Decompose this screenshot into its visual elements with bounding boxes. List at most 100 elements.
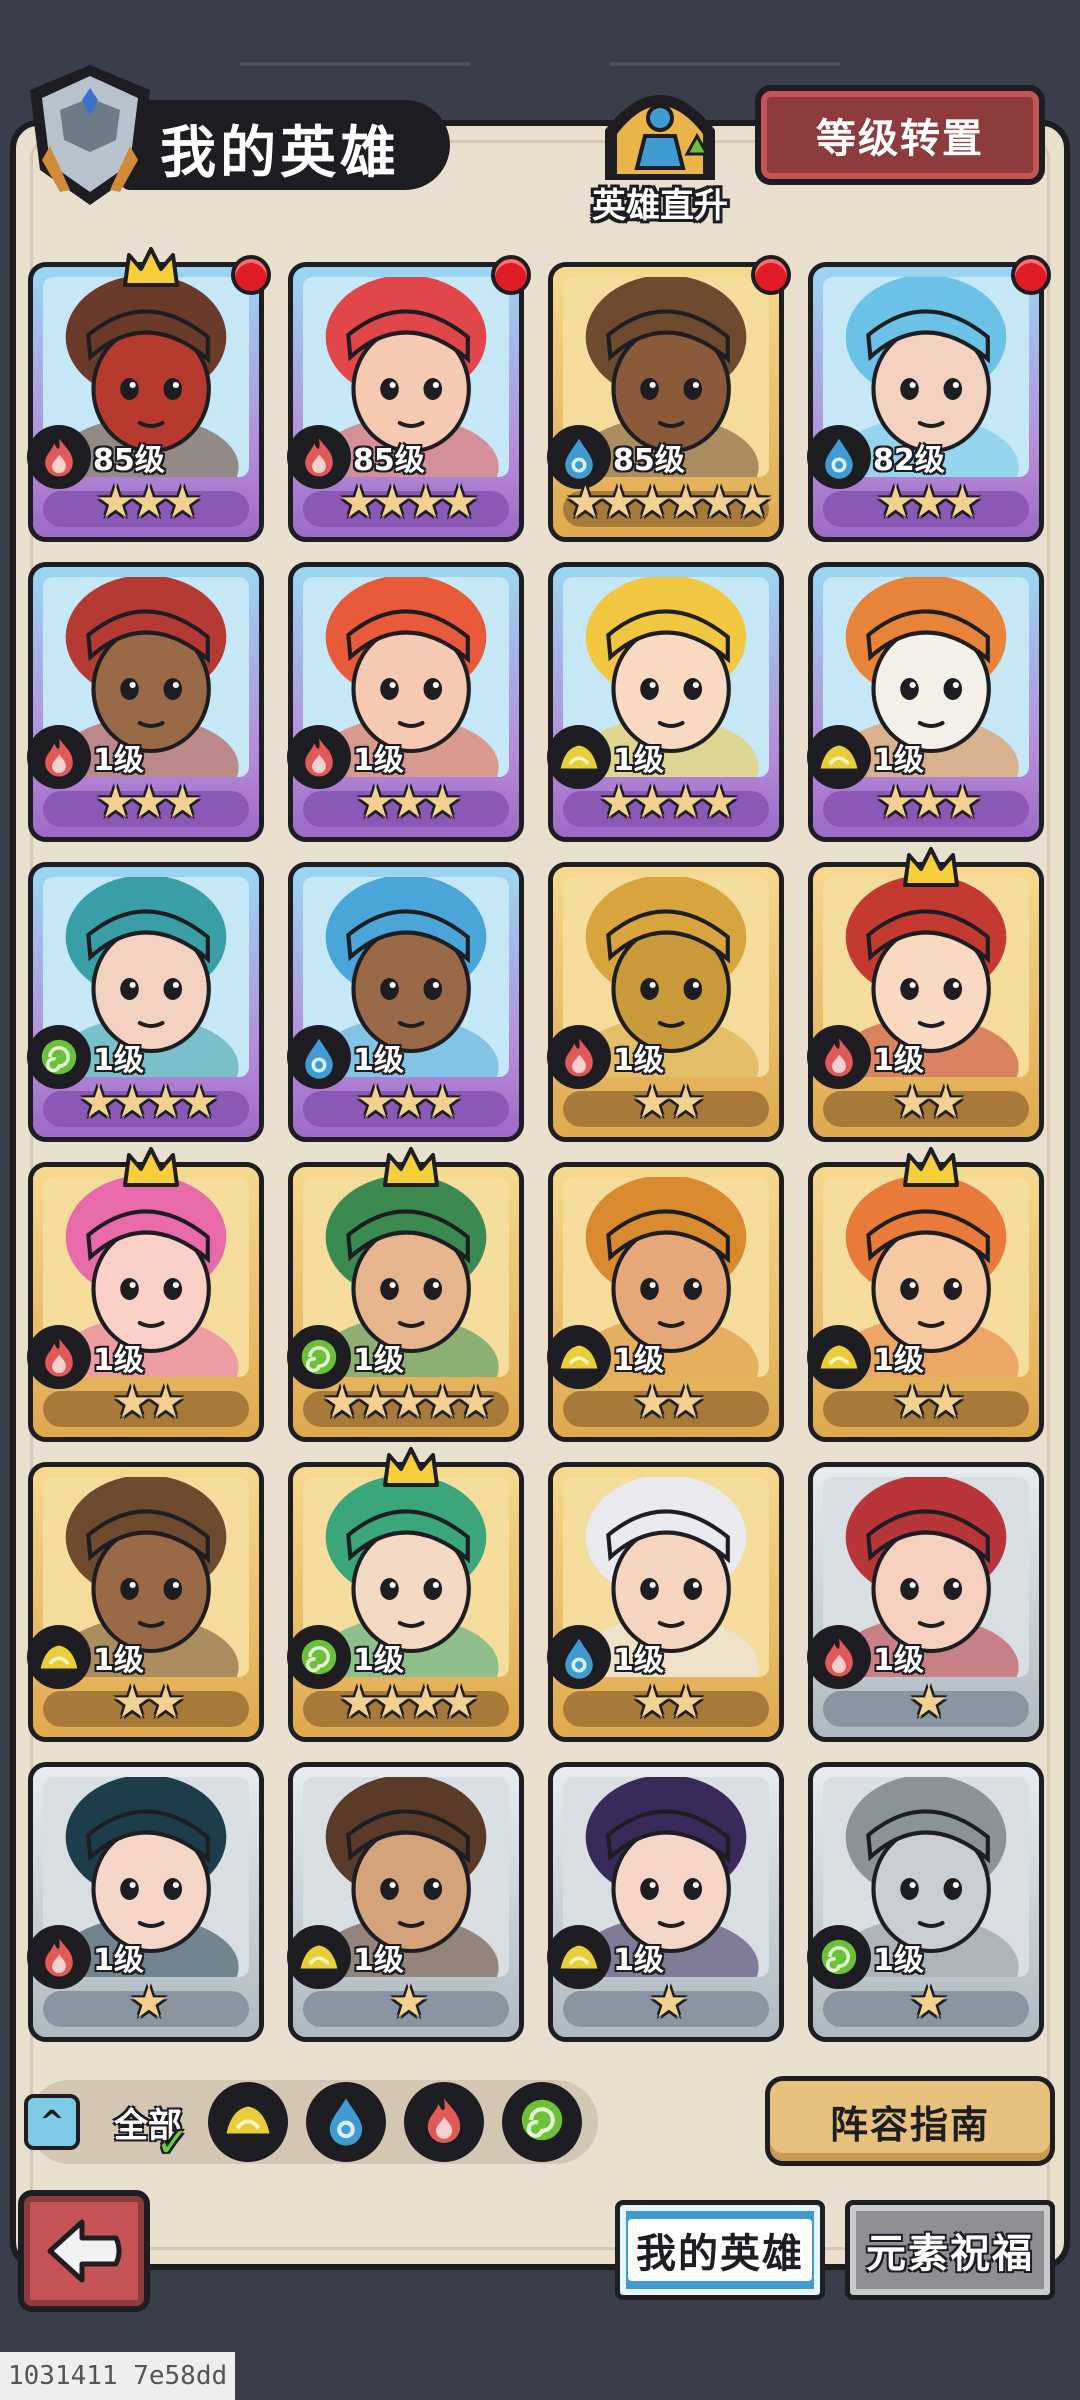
hero-card[interactable]: ★★★★★★ 85级 bbox=[547, 255, 791, 542]
star-icon: ★ bbox=[649, 1977, 689, 2028]
hero-card[interactable]: ★ 1级 bbox=[807, 1762, 1044, 2042]
filter-water[interactable] bbox=[306, 2082, 386, 2162]
hero-card[interactable]: ★ 1级 bbox=[27, 1762, 264, 2042]
star-icon: ★★ bbox=[632, 1677, 706, 1728]
tab-element-blessing[interactable]: 元素祝福 bbox=[845, 2200, 1055, 2300]
filter-fire[interactable] bbox=[404, 2082, 484, 2162]
hero-level: 1级 bbox=[873, 1643, 924, 1678]
star-icon: ★★ bbox=[632, 1077, 706, 1128]
hero-level: 1级 bbox=[353, 1343, 404, 1378]
hero-level: 1级 bbox=[873, 1043, 924, 1078]
earth-element-icon bbox=[547, 1325, 611, 1389]
notification-dot bbox=[491, 255, 531, 295]
hero-card[interactable]: ★★ 1级 bbox=[27, 1147, 264, 1442]
fire-element-icon bbox=[27, 425, 91, 489]
hero-level: 85级 bbox=[93, 443, 165, 478]
lineup-guide-button[interactable]: 阵容指南 bbox=[765, 2076, 1055, 2166]
filter-earth[interactable] bbox=[208, 2082, 288, 2162]
hero-level: 1级 bbox=[353, 1943, 404, 1978]
hero-card[interactable]: ★★★ 1级 bbox=[27, 562, 264, 842]
water-element-icon bbox=[547, 1625, 611, 1689]
page-title-badge: 我的英雄 bbox=[20, 60, 450, 205]
hero-card[interactable]: ★★★★★ 1级 bbox=[287, 1147, 524, 1442]
earth-element-icon bbox=[27, 1625, 91, 1689]
hero-card[interactable]: ★★★ 1级 bbox=[807, 562, 1044, 842]
star-icon: ★★★★ bbox=[79, 1077, 219, 1128]
helmet-icon bbox=[20, 60, 160, 210]
hero-stars: ★★★★★★ bbox=[563, 477, 773, 529]
fire-element-icon bbox=[27, 1325, 91, 1389]
hero-level: 82级 bbox=[873, 443, 945, 478]
check-icon: ✓ bbox=[156, 2120, 190, 2166]
earth-element-icon bbox=[221, 2093, 275, 2151]
hero-growth-button[interactable]: 英雄直升 bbox=[585, 70, 735, 226]
earth-element-icon bbox=[547, 1925, 611, 1989]
fire-element-icon bbox=[27, 725, 91, 789]
filter-all[interactable]: 全部 ✓ bbox=[108, 2082, 190, 2167]
star-icon: ★★★★ bbox=[339, 477, 479, 528]
hero-card[interactable]: ★ 1级 bbox=[547, 1762, 784, 2042]
star-icon: ★ bbox=[389, 1977, 429, 2028]
water-element-icon bbox=[287, 1025, 351, 1089]
hero-up-icon bbox=[605, 95, 715, 180]
star-icon: ★★★ bbox=[95, 477, 202, 528]
hero-level: 1级 bbox=[93, 1643, 144, 1678]
collapse-button[interactable]: ^ bbox=[24, 2094, 80, 2150]
star-icon: ★★★★★ bbox=[322, 1377, 495, 1428]
hero-level: 1级 bbox=[613, 1943, 664, 1978]
level-reset-button[interactable]: 等级转置 bbox=[755, 85, 1045, 185]
hero-card[interactable]: ★★★ 82级 bbox=[807, 255, 1051, 542]
fire-element-icon bbox=[27, 1925, 91, 1989]
notification-dot bbox=[231, 255, 271, 295]
star-icon: ★★★★★★ bbox=[565, 477, 773, 528]
hero-level: 1级 bbox=[873, 743, 924, 778]
star-icon: ★★ bbox=[632, 1377, 706, 1428]
star-icon: ★★ bbox=[112, 1677, 186, 1728]
star-icon: ★★ bbox=[112, 1377, 186, 1428]
hero-card[interactable]: ★★ 1级 bbox=[547, 1462, 784, 1742]
earth-element-icon bbox=[807, 725, 871, 789]
hero-card[interactable]: ★★ 1级 bbox=[807, 847, 1044, 1142]
notification-dot bbox=[1011, 255, 1051, 295]
fire-element-icon bbox=[807, 1625, 871, 1689]
crown-icon bbox=[381, 1445, 441, 1491]
crown-icon bbox=[121, 245, 181, 291]
star-icon: ★★★ bbox=[355, 1077, 462, 1128]
hero-level: 1级 bbox=[93, 1343, 144, 1378]
crown-icon bbox=[901, 1145, 961, 1191]
hero-card[interactable]: ★★★ 85级 bbox=[27, 247, 271, 542]
hero-level: 1级 bbox=[613, 1343, 664, 1378]
hero-card[interactable]: ★★ 1级 bbox=[807, 1147, 1044, 1442]
hero-growth-label: 英雄直升 bbox=[592, 186, 728, 226]
hero-card[interactable]: ★★★★ 85级 bbox=[287, 255, 531, 542]
star-icon: ★★ bbox=[892, 1377, 966, 1428]
back-arrow-icon bbox=[47, 2219, 122, 2283]
hero-level: 1级 bbox=[93, 1043, 144, 1078]
earth-element-icon bbox=[287, 1925, 351, 1989]
chevron-up-icon: ^ bbox=[39, 2104, 65, 2140]
hero-card[interactable]: ★★★ 1级 bbox=[287, 562, 524, 842]
fire-element-icon bbox=[417, 2093, 471, 2151]
hero-card[interactable]: ★★★★ 1级 bbox=[27, 862, 264, 1142]
hero-level: 85级 bbox=[353, 443, 425, 478]
hero-card[interactable]: ★ 1级 bbox=[807, 1462, 1044, 1742]
hero-level: 1级 bbox=[873, 1943, 924, 1978]
hero-card[interactable]: ★ 1级 bbox=[287, 1762, 524, 2042]
star-icon: ★★★★ bbox=[599, 777, 739, 828]
hero-level: 1级 bbox=[93, 1943, 144, 1978]
hero-card[interactable]: ★★ 1级 bbox=[27, 1462, 264, 1742]
tab-element-blessing-label: 元素祝福 bbox=[866, 2231, 1034, 2277]
hero-level: 1级 bbox=[613, 1643, 664, 1678]
hero-card[interactable]: ★★★ 1级 bbox=[287, 862, 524, 1142]
wind-element-icon bbox=[807, 1925, 871, 1989]
back-button[interactable] bbox=[18, 2190, 150, 2312]
hero-card[interactable]: ★★★★ 1级 bbox=[547, 562, 784, 842]
fire-element-icon bbox=[287, 725, 351, 789]
hero-level: 1级 bbox=[873, 1343, 924, 1378]
hero-card[interactable]: ★★★★ 1级 bbox=[287, 1447, 524, 1742]
hero-card[interactable]: ★★ 1级 bbox=[547, 1162, 784, 1442]
hero-card[interactable]: ★★ 1级 bbox=[547, 862, 784, 1142]
tab-my-heroes[interactable]: 我的英雄 bbox=[615, 2200, 825, 2300]
filter-wind[interactable] bbox=[502, 2082, 582, 2162]
fire-element-icon bbox=[547, 1025, 611, 1089]
